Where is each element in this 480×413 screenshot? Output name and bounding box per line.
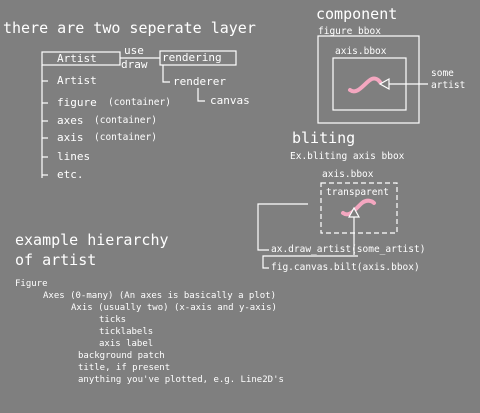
use-label: use — [124, 44, 144, 57]
rendering-box-label: rendering — [162, 51, 222, 64]
tree-item-lines: lines — [57, 150, 91, 163]
hierarchy-title-line1: example hierarchy — [15, 231, 169, 249]
tree-item-axes-note: (container) — [94, 115, 157, 126]
hierarchy-title: title, if present — [78, 363, 171, 373]
figure-bbox-label: figure bbox — [318, 26, 381, 37]
hierarchy-background-patch: background patch — [78, 351, 165, 361]
artist-box-label: Artist — [57, 52, 97, 65]
tree-item-artist: Artist — [57, 74, 97, 87]
renderer-to-canvas — [197, 88, 205, 102]
hierarchy-axis-label: axis label — [99, 339, 154, 349]
tree-item-axis-note: (container) — [94, 132, 157, 143]
draw-artist-call: ax.draw_artist(some_artist) — [271, 244, 426, 255]
canvas-blit-call: fig.canvas.bilt(axis.bbox) — [271, 262, 420, 273]
hierarchy-ticklabels: ticklabels — [99, 327, 154, 337]
tree-item-figure-note: (container) — [108, 97, 171, 108]
bliting-axis-bbox-label: axis.bbox — [322, 169, 374, 180]
draw-label: draw — [121, 58, 148, 71]
hierarchy-figure: Figure — [15, 279, 48, 289]
hierarchy-axes: Axes (0-many) (An axes is basically a pl… — [43, 291, 276, 301]
component-title: component — [316, 5, 398, 23]
tree-item-axis: axis — [57, 131, 84, 144]
axis-bbox-label: axis.bbox — [335, 46, 387, 57]
bliting-title: bliting — [292, 129, 356, 147]
layers-title: there are two seperate layer — [3, 19, 256, 37]
some-artist-squiggle — [348, 76, 382, 94]
transparent-label: transparent — [326, 187, 389, 198]
tree-item-axes: axes — [57, 114, 84, 127]
hierarchy-ticks: ticks — [99, 315, 127, 325]
some-artist-label-line2: artist — [431, 80, 466, 91]
rendering-to-renderer — [162, 65, 170, 83]
hierarchy-plotted: anything you've plotted, e.g. Line2D's — [78, 375, 284, 385]
canvas-label: canvas — [210, 94, 250, 107]
blit-artist-squiggle — [341, 198, 376, 217]
hierarchy-title-line2: of artist — [15, 251, 97, 269]
tree-item-figure: figure — [57, 96, 97, 109]
diagram-canvas: there are two seperate layer component b… — [0, 0, 480, 413]
renderer-label: renderer — [173, 75, 226, 88]
hierarchy-axis: Axis (usually two) (x-axis and y-axis) — [71, 303, 277, 313]
tree-item-etc: etc. — [57, 168, 84, 181]
bliting-subtitle: Ex.bliting axis bbox — [290, 151, 405, 162]
some-artist-label-line1: some — [431, 68, 454, 79]
